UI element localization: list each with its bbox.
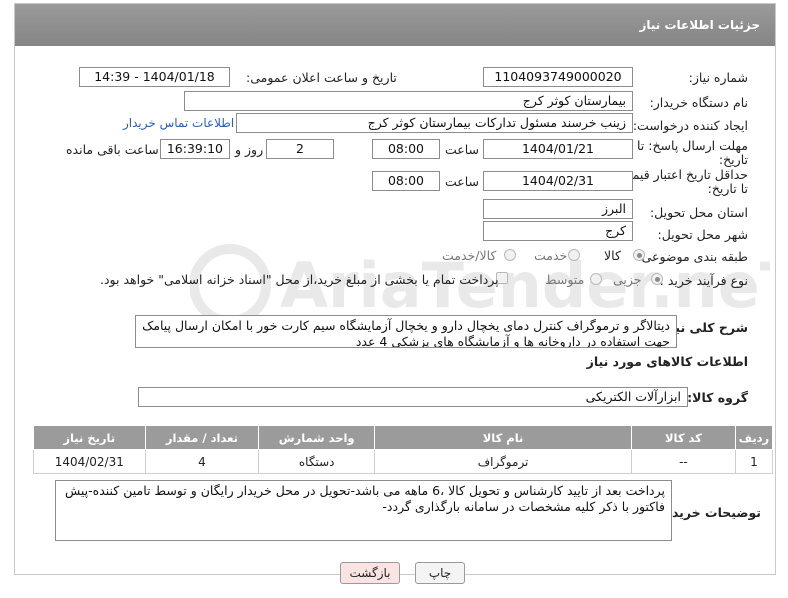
- summary-textarea[interactable]: دیتالاگر و ترموگراف کنترل دمای یخچال دار…: [135, 315, 677, 348]
- table-row: 1 -- ترموگراف دستگاه 4 1404/02/31: [33, 449, 774, 474]
- validity-label-date: تا تاریخ:: [707, 181, 748, 196]
- goods-group-field: ابزارآلات الکتریکی: [138, 387, 688, 407]
- deadline-label: مهلت ارسال پاسخ: تا: [637, 138, 748, 153]
- process-radio-medium[interactable]: [590, 273, 602, 285]
- category-option-service: خدمت: [534, 248, 568, 263]
- print-button[interactable]: چاپ: [415, 562, 465, 584]
- days-label: روز و: [235, 142, 264, 157]
- process-radio-minor[interactable]: [651, 273, 663, 285]
- category-option-goods: کالا: [604, 248, 621, 263]
- page-title: جزئیات اطلاعات نیاز: [639, 18, 760, 32]
- deadline-time-label: ساعت: [445, 142, 480, 157]
- cell-goods-name: ترموگراف: [374, 449, 632, 474]
- category-radio-goods[interactable]: [633, 249, 645, 261]
- process-label: نوع فرآیند خرید :: [659, 273, 748, 288]
- remaining-time-field: 16:39:10: [160, 139, 230, 159]
- cell-row-number: 1: [734, 449, 774, 474]
- validity-date-field: 1404/02/31: [483, 171, 633, 191]
- creator-field: زینب خرسند مسئول تداركات بیمارستان كوثر …: [236, 113, 633, 133]
- deadline-date-field: 1404/01/21: [483, 139, 633, 159]
- goods-info-title: اطلاعات کالاهای مورد نیاز: [586, 354, 748, 369]
- need-number-field: 1104093749000020: [483, 67, 633, 87]
- buyer-notes-text: پرداخت بعد از تایید کارشناس و تحویل کالا…: [64, 483, 665, 514]
- category-radio-service[interactable]: [568, 249, 580, 261]
- buyer-contact-link[interactable]: اطلاعات تماس خریدار: [123, 116, 234, 130]
- remaining-time-label: ساعت باقی مانده: [66, 142, 159, 157]
- city-label: شهر محل تحویل:: [657, 227, 748, 242]
- validity-label: حداقل تاریخ اعتبار قیمت:: [616, 167, 748, 182]
- validity-time-field: 08:00: [372, 171, 440, 191]
- validity-time-label: ساعت: [445, 174, 480, 189]
- cell-quantity: 4: [144, 449, 260, 474]
- announce-label: تاریخ و ساعت اعلان عمومی:: [246, 70, 397, 85]
- col-header-goods-name: نام کالا: [374, 425, 632, 450]
- category-label: طبقه بندی موضوعی:: [637, 249, 748, 264]
- deadline-time-field: 08:00: [372, 139, 440, 159]
- category-option-goods-service: کالا/خدمت: [442, 248, 497, 263]
- buyer-org-field: بیمارستان کوثر کرج: [184, 91, 633, 111]
- col-header-need-date: تاریخ نیاز: [33, 425, 146, 450]
- cell-need-date: 1404/02/31: [33, 449, 146, 474]
- col-header-unit: واحد شمارش: [258, 425, 376, 450]
- back-button[interactable]: بازگشت: [340, 562, 400, 584]
- days-remaining-field: 2: [266, 139, 334, 159]
- buyer-notes-textarea[interactable]: پرداخت بعد از تایید کارشناس و تحویل کالا…: [55, 480, 672, 541]
- category-radio-goods-service[interactable]: [504, 249, 516, 261]
- summary-text: دیتالاگر و ترموگراف کنترل دمای یخچال دار…: [142, 318, 670, 348]
- col-header-goods-code: کد کالا: [631, 425, 736, 450]
- cell-goods-code: --: [631, 449, 736, 474]
- deadline-label-date: تاریخ:: [718, 152, 748, 167]
- cell-unit: دستگاه: [258, 449, 376, 474]
- col-header-quantity: تعداد / مقدار: [144, 425, 260, 450]
- treasury-payment-note: پرداخت تمام یا بخشی از مبلغ خرید،از محل …: [100, 272, 499, 287]
- goods-group-label: گروه کالا:: [687, 390, 748, 405]
- goods-table: ردیف کد کالا نام کالا واحد شمارش تعداد /…: [33, 425, 774, 474]
- process-option-medium: متوسط: [545, 272, 585, 287]
- col-header-row-number: ردیف: [734, 425, 774, 450]
- province-label: استان محل تحویل:: [649, 205, 748, 220]
- table-header-row: ردیف کد کالا نام کالا واحد شمارش تعداد /…: [33, 425, 774, 450]
- province-field: البرز: [483, 199, 633, 219]
- need-number-label: شماره نیاز:: [688, 70, 748, 85]
- creator-label: ایجاد کننده درخواست:: [632, 118, 748, 133]
- buyer-org-label: نام دستگاه خریدار:: [649, 95, 748, 110]
- announce-datetime-field: 1404/01/18 - 14:39: [79, 67, 230, 87]
- city-field: کرج: [483, 221, 633, 241]
- process-option-minor: جزیی: [613, 272, 642, 287]
